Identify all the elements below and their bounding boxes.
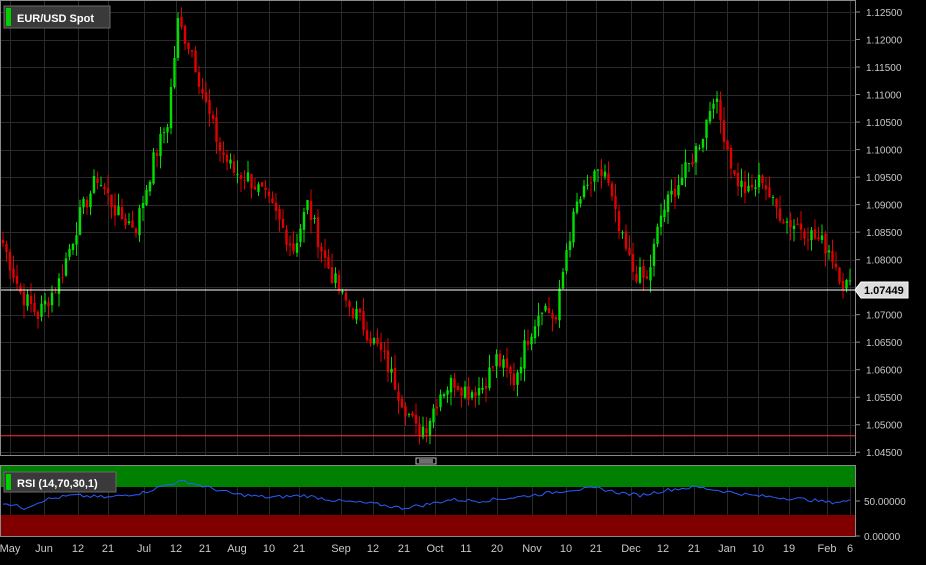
date-tick-label: 11 <box>460 543 471 555</box>
price-tick-label: 1.05000 <box>866 421 903 432</box>
rsi-label: RSI (14,70,30,1) <box>17 478 98 490</box>
price-tick-label: 1.09500 <box>866 173 903 184</box>
date-tick-label: 6 <box>847 543 853 555</box>
date-tick-label: Feb <box>818 543 837 555</box>
date-tick-label: 21 <box>590 543 602 555</box>
symbol-label: EUR/USD Spot <box>17 13 94 25</box>
price-tick-label: 1.10500 <box>866 118 903 129</box>
price-tick-label: 1.06500 <box>866 338 903 349</box>
date-tick-label: 21 <box>688 543 700 555</box>
date-tick-label: Aug <box>227 543 247 555</box>
date-tick-label: 12 <box>72 543 84 555</box>
price-tick-label: 1.11500 <box>866 63 902 74</box>
panel-splitter-handle[interactable] <box>415 457 437 465</box>
candle <box>572 208 575 248</box>
chart-canvas: 1.12500 1.12000 1.11500 1.11000 1.10500 1.100… <box>0 0 926 560</box>
rsi-tick-label: 0.00000 <box>864 532 901 543</box>
candle <box>726 140 729 151</box>
date-tick-label: 10 <box>752 543 764 555</box>
price-tick-label: 1.12000 <box>866 36 903 47</box>
price-tick-label: 1.04500 <box>866 448 903 459</box>
price-tick-label: 1.06000 <box>866 366 903 377</box>
price-tick-label: 1.07000 <box>866 311 903 322</box>
price-tick-label: 1.05500 <box>866 393 903 404</box>
candle <box>152 147 155 185</box>
current-price-tag: 1.07449 <box>854 281 909 299</box>
date-tick-label: 21 <box>102 543 114 555</box>
price-tick-label: 1.08500 <box>866 228 903 239</box>
date-tick-label: Nov <box>522 543 542 555</box>
date-tick-label: Dec <box>621 543 641 555</box>
date-tick-label: 12 <box>657 543 669 555</box>
date-tick-label: 21 <box>293 543 305 555</box>
date-tick-label: Jul <box>137 543 151 555</box>
date-tick-label: Sep <box>331 543 351 555</box>
price-tick-label: 1.12500 <box>866 8 903 19</box>
price-tick-label: 1.10000 <box>866 146 903 157</box>
price-panel-title: EUR/USD Spot <box>3 5 111 29</box>
price-tick-label: 1.09000 <box>866 201 903 212</box>
date-tick-label: 10 <box>263 543 275 555</box>
date-tick-label: 12 <box>170 543 182 555</box>
chart-window: 1.12500 1.12000 1.11500 1.11000 1.10500 1.100… <box>0 0 926 560</box>
date-tick-label: 10 <box>560 543 572 555</box>
candle <box>260 181 264 188</box>
candle <box>656 223 659 248</box>
price-tick-label: 1.11000 <box>866 91 902 102</box>
candle <box>838 267 841 285</box>
date-tick-label: 19 <box>783 543 795 555</box>
date-tick-label: Jan <box>718 543 736 555</box>
rsi-oversold-zone <box>1 515 855 536</box>
date-tick-label: 20 <box>491 543 503 555</box>
date-tick-label: Jun <box>35 543 53 555</box>
price-tick-label: 1.08000 <box>866 256 903 267</box>
date-tick-label: May <box>0 543 21 555</box>
date-tick-label: Oct <box>426 543 443 555</box>
current-price-value: 1.07449 <box>864 285 904 297</box>
date-tick-label: 21 <box>398 543 410 555</box>
rsi-overbought-zone <box>1 466 855 487</box>
date-tick-label: 12 <box>367 543 379 555</box>
date-tick-label: 21 <box>199 543 211 555</box>
candle <box>176 12 180 62</box>
rsi-panel-title: RSI (14,70,30,1) <box>3 471 117 493</box>
rsi-tick-label: 50.00000 <box>864 497 906 508</box>
